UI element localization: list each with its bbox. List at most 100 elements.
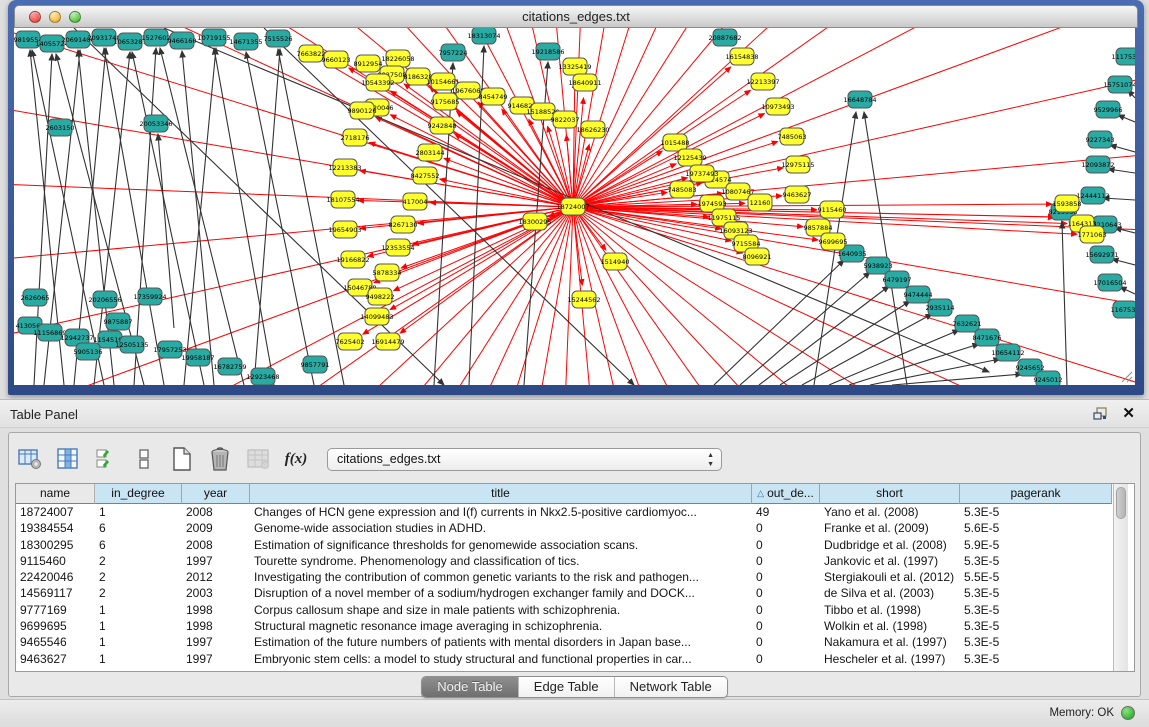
graph-node[interactable]: 16154838 <box>725 48 758 65</box>
graph-edge[interactable] <box>573 207 837 385</box>
table-cell[interactable]: 1 <box>95 602 182 618</box>
table-cell[interactable]: 5.5E-5 <box>960 569 1112 585</box>
graph-edge[interactable] <box>254 49 280 385</box>
table-cell[interactable]: 1997 <box>182 553 250 569</box>
table-cell[interactable]: 2 <box>95 569 182 585</box>
table-row[interactable]: 1830029562008Estimation of significance … <box>16 537 1113 553</box>
graph-node[interactable]: 7485063 <box>778 128 807 145</box>
table-row[interactable]: 946554611997Estimation of the future num… <box>16 634 1113 650</box>
graph-node[interactable]: 15751074 <box>1103 76 1135 93</box>
table-cell[interactable]: 5.6E-5 <box>960 520 1112 536</box>
table-cell[interactable]: 5.3E-5 <box>960 634 1112 650</box>
graph-edge[interactable] <box>740 272 870 385</box>
resize-grip-icon[interactable] <box>1119 369 1133 383</box>
graph-node[interactable]: 8471676 <box>973 329 1002 346</box>
tab-network-table[interactable]: Network Table <box>615 677 727 697</box>
graph-node[interactable]: 9660123 <box>322 51 351 68</box>
table-cell[interactable]: 0 <box>752 520 820 536</box>
graph-node[interactable]: 9175685 <box>431 93 460 110</box>
table-cell[interactable]: 2003 <box>182 585 250 601</box>
graph-node[interactable]: 15244562 <box>567 291 600 308</box>
graph-node[interactable]: 9227343 <box>1086 131 1115 148</box>
graph-node[interactable]: 8454749 <box>479 88 508 105</box>
graph-node[interactable]: 9699695 <box>819 233 848 250</box>
graph-node[interactable]: 14099483 <box>360 308 393 325</box>
graph-node[interactable]: 1593858 <box>1053 195 1082 212</box>
graph-edge[interactable] <box>892 374 1022 385</box>
table-cell[interactable]: Tourette syndrome. Phenomenology and cla… <box>250 553 752 569</box>
graph-node[interactable]: 12093872 <box>1081 156 1114 173</box>
table-cell[interactable]: Estimation of the future numbers of pati… <box>250 634 752 650</box>
graph-node[interactable]: 2803144 <box>416 144 445 161</box>
table-cell[interactable]: Nakamura et al. (1997) <box>820 634 960 650</box>
function-builder-icon[interactable]: f(x) <box>283 446 309 472</box>
table-cell[interactable]: 2 <box>95 553 182 569</box>
graph-node[interactable]: 13325419 <box>558 58 591 75</box>
table-cell[interactable]: 1997 <box>182 634 250 650</box>
network-window-titlebar[interactable]: citations_edges.txt <box>14 5 1138 28</box>
table-cell[interactable]: Corpus callosum shape and size in male p… <box>250 602 752 618</box>
graph-node[interactable]: 9245012 <box>1034 371 1063 385</box>
graph-edge[interactable] <box>134 48 156 385</box>
table-row[interactable]: 946362711997Embryonic stem cells: a mode… <box>16 651 1113 667</box>
table-cell[interactable]: 0 <box>752 585 820 601</box>
graph-node[interactable]: 20887682 <box>708 29 741 46</box>
graph-edge[interactable] <box>1112 259 1135 265</box>
graph-node[interactable]: 19737493 <box>685 165 718 182</box>
table-cell[interactable]: Wolkin et al. (1998) <box>820 618 960 634</box>
table-selector-dropdown[interactable]: citations_edges.txt ▲▼ <box>327 448 722 471</box>
graph-node[interactable]: 18626230 <box>576 121 609 138</box>
graph-node[interactable]: 20206556 <box>88 291 121 308</box>
graph-node[interactable]: 2603150 <box>46 119 75 136</box>
graph-node[interactable]: 9857791 <box>301 356 330 373</box>
table-row[interactable]: 2242004622012Investigating the contribut… <box>16 569 1113 585</box>
table-row[interactable]: 1938455462009Genome-wide association stu… <box>16 520 1113 536</box>
column-header-title[interactable]: title <box>250 484 752 504</box>
table-cell[interactable]: 2009 <box>182 520 250 536</box>
delete-table-icon[interactable] <box>207 446 233 472</box>
graph-node[interactable]: 18226058 <box>381 50 414 67</box>
graph-node[interactable]: 18724007 <box>556 198 589 215</box>
graph-node[interactable]: 9474444 <box>904 286 933 303</box>
table-cell[interactable]: 6 <box>95 537 182 553</box>
graph-node[interactable]: 9115460 <box>818 201 847 218</box>
table-cell[interactable]: Yano et al. (2008) <box>820 504 960 520</box>
graph-node[interactable]: 20053346 <box>139 115 172 132</box>
graph-node[interactable]: 9822037 <box>551 111 580 128</box>
graph-node[interactable]: 12213397 <box>746 73 779 90</box>
graph-node[interactable]: 9890126 <box>348 102 377 119</box>
table-cell[interactable]: 9465546 <box>16 634 95 650</box>
graph-node[interactable]: 10719155 <box>197 29 230 46</box>
table-cell[interactable]: 9115460 <box>16 553 95 569</box>
graph-node[interactable]: 2935114 <box>926 299 955 316</box>
column-header-out_de[interactable]: △out_de... <box>752 484 820 504</box>
graph-node[interactable]: 2626065 <box>21 289 50 306</box>
table-cell[interactable]: 2012 <box>182 569 250 585</box>
graph-node[interactable]: 18107554 <box>326 191 359 208</box>
table-cell[interactable]: Disruption of a novel member of a sodium… <box>250 585 752 601</box>
table-cell[interactable]: 0 <box>752 651 820 667</box>
graph-edge[interactable] <box>14 159 573 207</box>
table-cell[interactable]: Genome-wide association studies in ADHD. <box>250 520 752 536</box>
table-cell[interactable]: 6 <box>95 520 182 536</box>
table-cell[interactable]: 2008 <box>182 537 250 553</box>
table-cell[interactable]: Embryonic stem cells: a model to study s… <box>250 651 752 667</box>
select-all-rows-icon[interactable] <box>93 446 119 472</box>
graph-node[interactable]: 15692971 <box>1085 246 1118 263</box>
graph-edge[interactable] <box>1062 222 1067 385</box>
table-cell[interactable]: 0 <box>752 634 820 650</box>
table-cell[interactable]: Structural magnetic resonance image aver… <box>250 618 752 634</box>
table-cell[interactable]: 0 <box>752 618 820 634</box>
graph-node[interactable]: 12213383 <box>328 159 361 176</box>
graph-node[interactable]: 17016504 <box>1093 274 1126 291</box>
table-cell[interactable]: Stergiakouli et al. (2012) <box>820 569 960 585</box>
graph-node[interactable]: 14671355 <box>229 33 262 50</box>
table-cell[interactable]: 5.9E-5 <box>960 537 1112 553</box>
table-scrollbar[interactable] <box>1113 484 1128 671</box>
table-cell[interactable]: 1 <box>95 504 182 520</box>
graph-node[interactable]: 1015488 <box>661 134 690 151</box>
table-cell[interactable]: Estimation of significance thresholds fo… <box>250 537 752 553</box>
graph-edge[interactable] <box>184 48 216 385</box>
graph-node[interactable]: 19218586 <box>531 43 564 60</box>
graph-node[interactable]: 18640911 <box>568 74 601 91</box>
